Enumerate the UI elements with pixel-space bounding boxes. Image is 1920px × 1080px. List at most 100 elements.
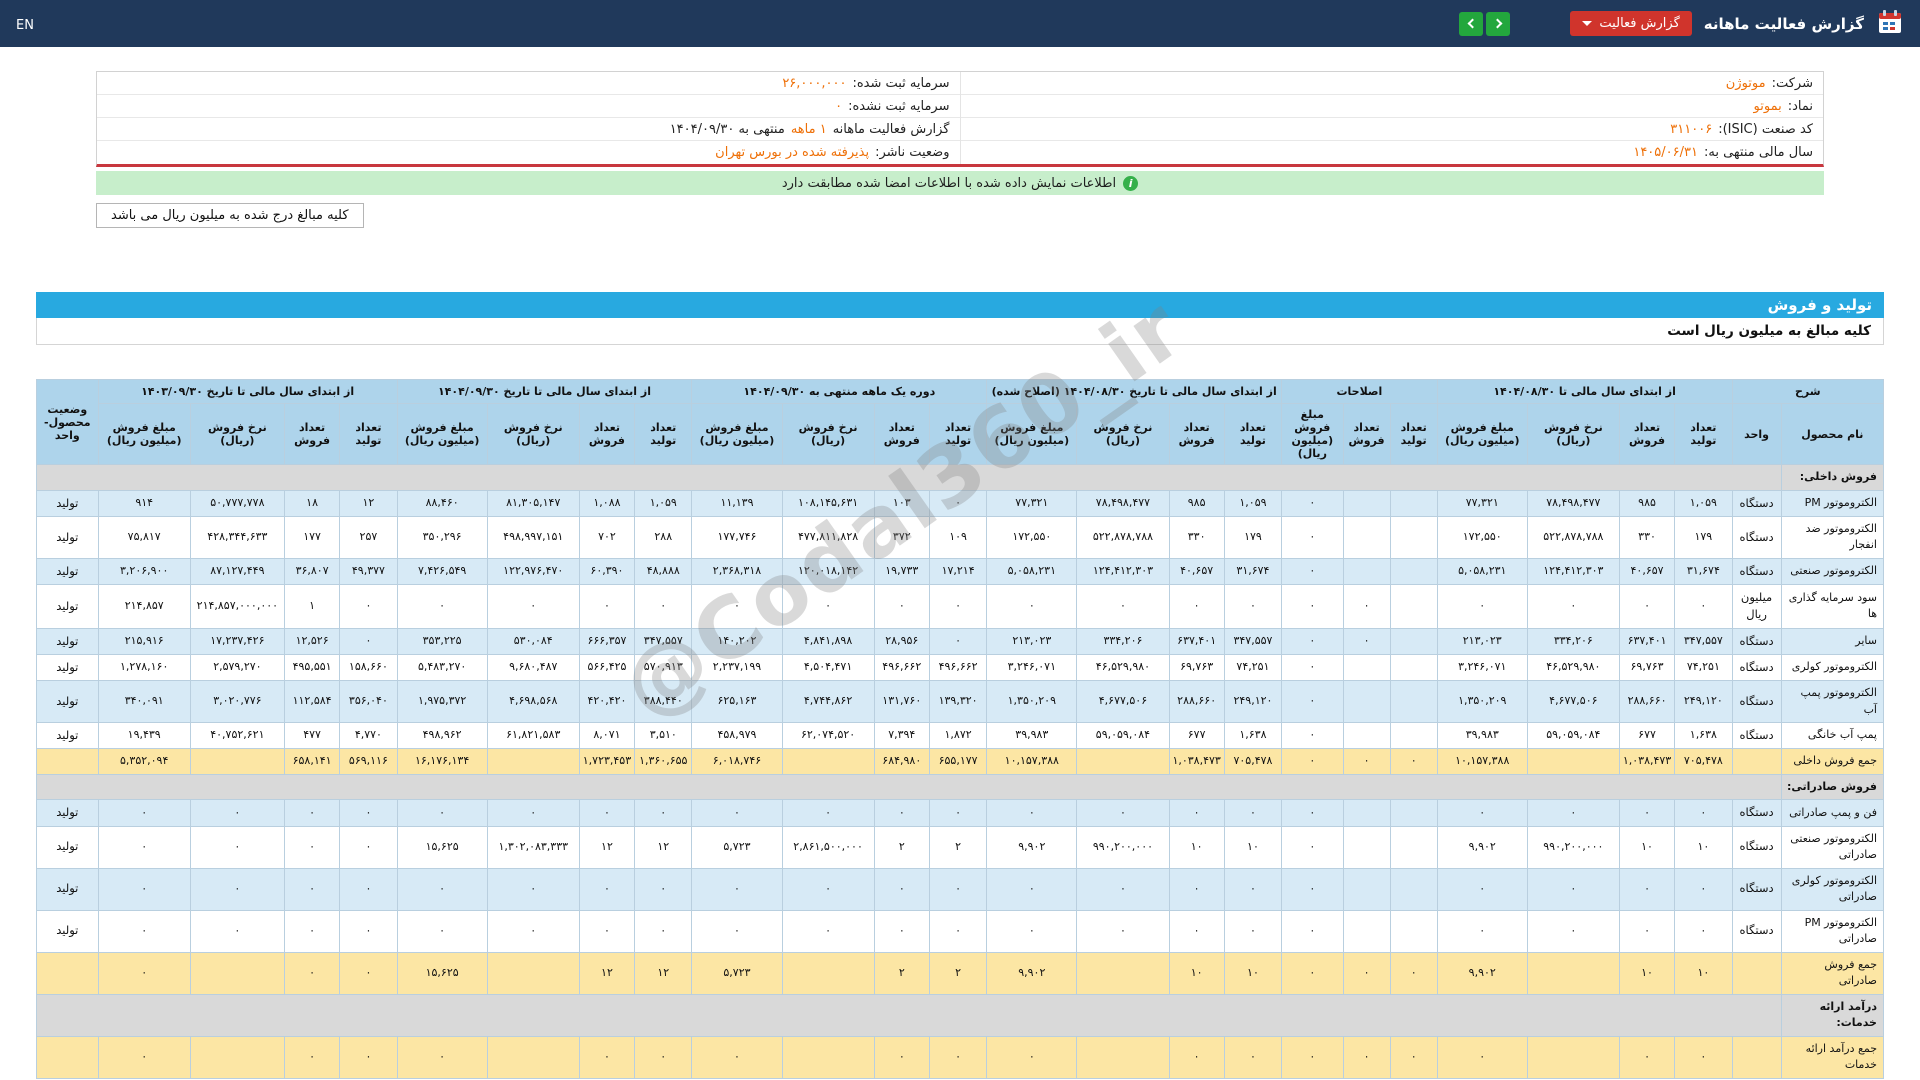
- value-cell: ۰: [1281, 680, 1344, 723]
- value-cell: ۰: [339, 825, 398, 869]
- previous-report-button[interactable]: [1486, 11, 1511, 36]
- value-cell: ۰: [578, 799, 636, 827]
- value-cell: ۱۸: [283, 489, 341, 517]
- value-cell: ۰: [396, 909, 488, 953]
- value-cell: ۲۱۴,۸۵۷: [97, 584, 191, 629]
- value-cell: ۱: [283, 584, 341, 629]
- value-cell: ۰: [578, 1035, 636, 1079]
- value-cell: ۴۲۸,۳۴۴,۶۳۳: [189, 515, 285, 559]
- value-cell: ۰: [339, 584, 398, 629]
- value-cell: [781, 951, 875, 995]
- value-cell: ۰: [1281, 1035, 1344, 1079]
- value-cell: ۳۱,۶۷۴: [1674, 557, 1733, 586]
- product-name-cell: الکتروموتور صنعتی صادراتی: [1780, 825, 1885, 869]
- value-cell: ۰: [1223, 584, 1283, 629]
- value-cell: ۵۷۰,۹۱۳: [634, 653, 693, 682]
- value-cell: ۱۷۹: [1223, 515, 1283, 559]
- value-cell: ۴۹۵,۵۵۱: [283, 653, 341, 682]
- value-cell: [781, 748, 875, 775]
- value-cell: ۱۵۸,۶۶۰: [339, 653, 398, 682]
- product-name-cell: الکتروموتور PM: [1780, 489, 1885, 517]
- value-cell: ۰: [486, 867, 580, 911]
- column-header: تعداد تولید: [1223, 403, 1283, 465]
- value-cell: ۰: [1281, 721, 1344, 750]
- symbol-value[interactable]: بموتو: [1754, 99, 1782, 114]
- value-cell: ۳۴۷,۵۵۷: [1674, 627, 1733, 655]
- value-cell: ۲: [928, 951, 988, 995]
- value-cell: ۹۹۰,۲۰۰,۰۰۰: [1526, 825, 1620, 869]
- report-type-button[interactable]: گزارش فعالیت: [1570, 11, 1692, 36]
- value-cell: ۵,۰۵۸,۲۳۱: [1436, 557, 1528, 586]
- value-cell: ۹۱۴: [97, 489, 191, 517]
- value-cell: ۰: [97, 951, 191, 995]
- value-cell: ۱۰,۱۵۷,۳۸۸: [1436, 748, 1528, 775]
- value-cell: ۰: [691, 799, 783, 827]
- value-cell: ۶۲۵,۱۶۳: [691, 680, 783, 723]
- value-cell: ۳,۲۴۶,۰۷۱: [1436, 653, 1528, 682]
- column-group-header: از ابتدای سال مالی تا تاریخ ۱۴۰۴/۰۸/۳۰ (…: [986, 379, 1283, 404]
- value-cell: ۷,۴۲۶,۵۴۹: [396, 557, 488, 586]
- value-cell: ۱,۷۲۳,۴۵۳: [578, 748, 636, 775]
- value-cell: ۰: [1674, 1035, 1733, 1079]
- column-group-header: از ابتدای سال مالی تا ۱۴۰۴/۰۸/۳۰: [1436, 379, 1733, 404]
- language-toggle[interactable]: EN: [16, 18, 34, 33]
- value-cell: ۴۹۸,۹۶۲: [396, 721, 488, 750]
- column-header: تعداد فروش: [283, 403, 341, 465]
- value-cell: ۰: [928, 584, 988, 629]
- next-report-button[interactable]: [1459, 11, 1484, 36]
- company-value[interactable]: موتوژن: [1726, 76, 1766, 91]
- column-group-header: شرح: [1731, 379, 1885, 404]
- column-header: تعداد فروش: [873, 403, 930, 465]
- value-cell: ۱۰: [1618, 951, 1676, 995]
- value-cell: ۰: [486, 584, 580, 629]
- unit-cell: دستگاه: [1731, 721, 1782, 750]
- value-cell: ۱۰: [1223, 825, 1283, 869]
- value-cell: ۱۷۲,۵۵۰: [986, 515, 1078, 559]
- value-cell: ۰: [1674, 909, 1733, 953]
- unregistered-capital-row: سرمایه ثبت نشده: ۰: [97, 95, 960, 118]
- value-cell: ۰: [283, 1035, 341, 1079]
- value-cell: [1389, 489, 1438, 517]
- value-cell: ۱۰۸,۱۴۵,۶۳۱: [781, 489, 875, 517]
- value-cell: ۱,۳۵۰,۲۰۹: [1436, 680, 1528, 723]
- value-cell: ۰: [283, 799, 341, 827]
- value-cell: ۰: [1342, 748, 1391, 775]
- value-cell: ۲,۸۶۱,۵۰۰,۰۰۰: [781, 825, 875, 869]
- value-cell: ۱۲: [634, 951, 693, 995]
- value-cell: ۰: [189, 909, 285, 953]
- value-cell: ۰: [339, 1035, 398, 1079]
- section-filler-cell: [36, 773, 1782, 801]
- value-cell: ۰: [578, 584, 636, 629]
- company-row: شرکت: موتوژن: [960, 72, 1823, 95]
- value-cell: ۰: [928, 867, 988, 911]
- value-cell: ۰: [396, 1035, 488, 1079]
- value-cell: [1389, 721, 1438, 750]
- unit-cell: دستگاه: [1731, 653, 1782, 682]
- report-type-label: گزارش فعالیت: [1599, 16, 1680, 31]
- value-cell: ۲۱۳,۰۲۳: [986, 627, 1078, 655]
- value-cell: ۰: [1168, 867, 1225, 911]
- value-cell: ۵۶۶,۴۲۵: [578, 653, 636, 682]
- value-cell: ۰: [1618, 584, 1676, 629]
- product-name-cell: سود سرمایه گذاری ها: [1780, 584, 1885, 629]
- value-cell: ۰: [873, 799, 930, 827]
- value-cell: ۱۳۱,۷۶۰: [873, 680, 930, 723]
- column-group-header: از ابتدای سال مالی تا تاریخ ۱۴۰۴/۰۹/۳۰: [396, 379, 693, 404]
- value-cell: ۱۴۰,۲۰۲: [691, 627, 783, 655]
- product-name-cell: جمع درآمد ارائه خدمات: [1780, 1035, 1885, 1079]
- value-cell: ۹,۹۰۲: [1436, 951, 1528, 995]
- production-sales-table: شرح از ابتدای سال مالی تا ۱۴۰۴/۰۸/۳۰ اصلاح…: [36, 379, 1885, 1079]
- value-cell: ۰: [1618, 867, 1676, 911]
- value-cell: ۶۷۷: [1168, 721, 1225, 750]
- value-cell: ۰: [1389, 748, 1438, 775]
- column-header: تعداد فروش: [578, 403, 636, 465]
- value-cell: ۴۸,۸۸۸: [634, 557, 693, 586]
- column-header: تعداد تولید: [928, 403, 988, 465]
- column-header: مبلغ فروش (میلیون ریال): [1436, 403, 1528, 465]
- value-cell: ۱۰۹: [928, 515, 988, 559]
- value-cell: ۱۲۴,۴۱۲,۳۰۳: [1526, 557, 1620, 586]
- value-cell: ۱,۰۳۸,۴۷۳: [1168, 748, 1225, 775]
- status-cell: تولید: [36, 627, 99, 655]
- value-cell: ۳۳۴,۲۰۶: [1076, 627, 1170, 655]
- column-header: مبلغ فروش (میلیون ریال): [1281, 403, 1344, 465]
